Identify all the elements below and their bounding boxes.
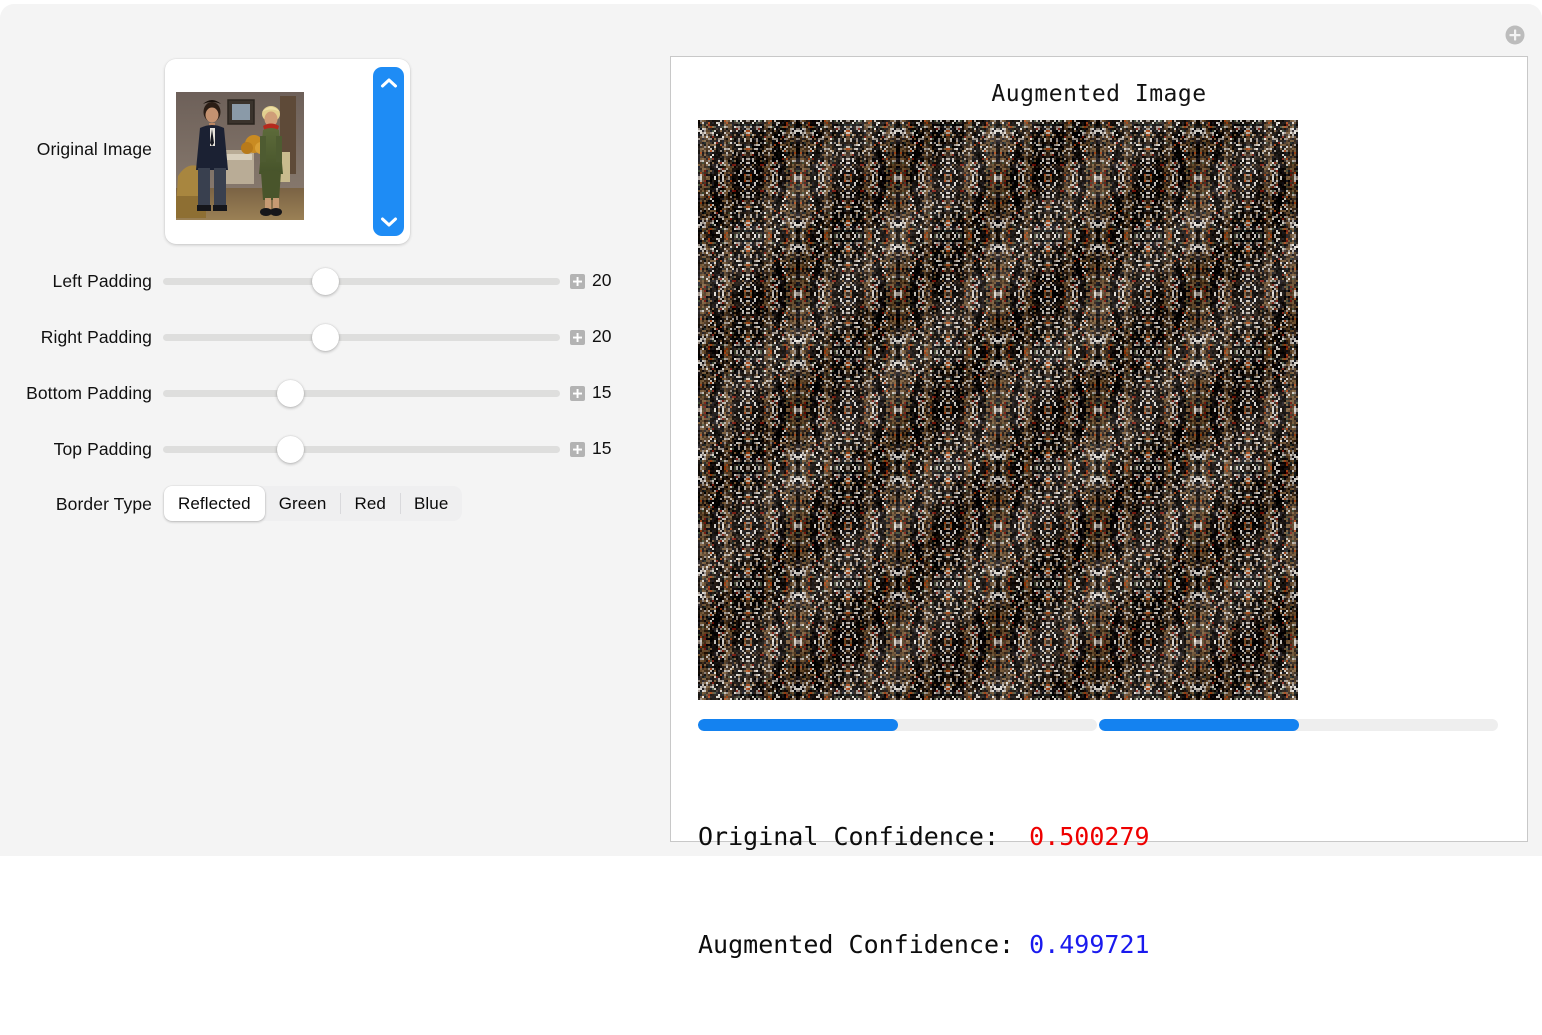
original-image-thumbnail bbox=[176, 92, 304, 220]
slider-row-bottom-padding: Bottom Padding 15 bbox=[0, 374, 660, 414]
bottom-padding-handle[interactable] bbox=[276, 380, 304, 407]
border-type-option-green[interactable]: Green bbox=[265, 486, 341, 521]
top-padding-handle[interactable] bbox=[276, 436, 304, 463]
confidence-progress-bars bbox=[698, 719, 1498, 733]
right-padding-slider[interactable] bbox=[163, 318, 560, 358]
left-padding-value: 20 bbox=[592, 270, 612, 290]
left-padding-stepper-icon[interactable] bbox=[570, 274, 585, 289]
bottom-padding-label: Bottom Padding bbox=[26, 383, 152, 403]
augmented-image-title: Augmented Image bbox=[991, 81, 1207, 107]
slider-track[interactable] bbox=[163, 334, 560, 341]
chevron-down-icon[interactable] bbox=[379, 215, 398, 227]
slider-row-top-padding: Top Padding 15 bbox=[0, 430, 660, 470]
original-image-label: Original Image bbox=[36, 139, 152, 159]
confidence-readout: Original Confidence: 0.500279 Augmented … bbox=[698, 747, 1150, 1035]
right-padding-label: Right Padding bbox=[40, 327, 152, 347]
top-padding-slider[interactable] bbox=[163, 430, 560, 470]
bottom-padding-stepper-icon[interactable] bbox=[570, 386, 585, 401]
augmented-image bbox=[698, 120, 1298, 700]
bottom-padding-slider[interactable] bbox=[163, 374, 560, 414]
left-padding-slider[interactable] bbox=[163, 262, 560, 302]
left-padding-handle[interactable] bbox=[312, 268, 340, 295]
controls-panel: Original Image Left Padding 20 Right Pad… bbox=[0, 4, 660, 856]
border-type-option-blue[interactable]: Blue bbox=[399, 486, 462, 521]
augmented-confidence-fill bbox=[1099, 719, 1299, 731]
bottom-padding-value: 15 bbox=[592, 382, 612, 402]
app-container: Original Image Left Padding 20 Right Pad… bbox=[0, 4, 1542, 959]
slider-track[interactable] bbox=[163, 390, 560, 397]
plus-circle-icon[interactable] bbox=[1503, 23, 1527, 47]
slider-row-right-padding: Right Padding 20 bbox=[0, 318, 660, 358]
border-type-label: Border Type bbox=[55, 494, 152, 514]
slider-track[interactable] bbox=[163, 278, 560, 285]
top-padding-label: Top Padding bbox=[53, 439, 152, 459]
original-confidence-value: 0.500279 bbox=[1029, 822, 1150, 851]
original-image-row: Original Image bbox=[0, 59, 640, 244]
original-confidence-fill bbox=[698, 719, 898, 731]
right-padding-value: 20 bbox=[592, 326, 612, 346]
augmented-confidence-label: Augmented Confidence: bbox=[698, 930, 1030, 959]
right-padding-stepper-icon[interactable] bbox=[570, 330, 585, 345]
border-type-row: Border Type Reflected Green Red Blue bbox=[0, 486, 660, 524]
left-padding-label: Left Padding bbox=[52, 271, 152, 291]
original-confidence-label: Original Confidence: bbox=[698, 822, 1030, 851]
slider-row-left-padding: Left Padding 20 bbox=[0, 262, 660, 302]
border-type-option-red[interactable]: Red bbox=[340, 486, 400, 521]
top-padding-stepper-icon[interactable] bbox=[570, 442, 585, 457]
slider-track[interactable] bbox=[163, 446, 560, 453]
top-padding-value: 15 bbox=[592, 438, 612, 458]
border-type-segmented-control[interactable]: Reflected Green Red Blue bbox=[164, 486, 463, 521]
original-confidence-bar[interactable] bbox=[698, 719, 1097, 731]
original-confidence-line: Original Confidence: 0.500279 bbox=[698, 819, 1150, 855]
chevron-up-icon[interactable] bbox=[379, 76, 398, 88]
border-type-option-reflected[interactable]: Reflected bbox=[164, 486, 265, 521]
augmented-confidence-line: Augmented Confidence: 0.499721 bbox=[698, 927, 1150, 963]
image-vertical-scrollbar[interactable] bbox=[373, 67, 404, 236]
output-panel: Augmented Image Original Confidence: 0.5… bbox=[670, 56, 1528, 959]
original-image-viewer[interactable] bbox=[165, 59, 410, 244]
right-padding-handle[interactable] bbox=[312, 324, 340, 351]
augmented-confidence-bar[interactable] bbox=[1099, 719, 1498, 731]
augmented-confidence-value: 0.499721 bbox=[1029, 930, 1150, 959]
